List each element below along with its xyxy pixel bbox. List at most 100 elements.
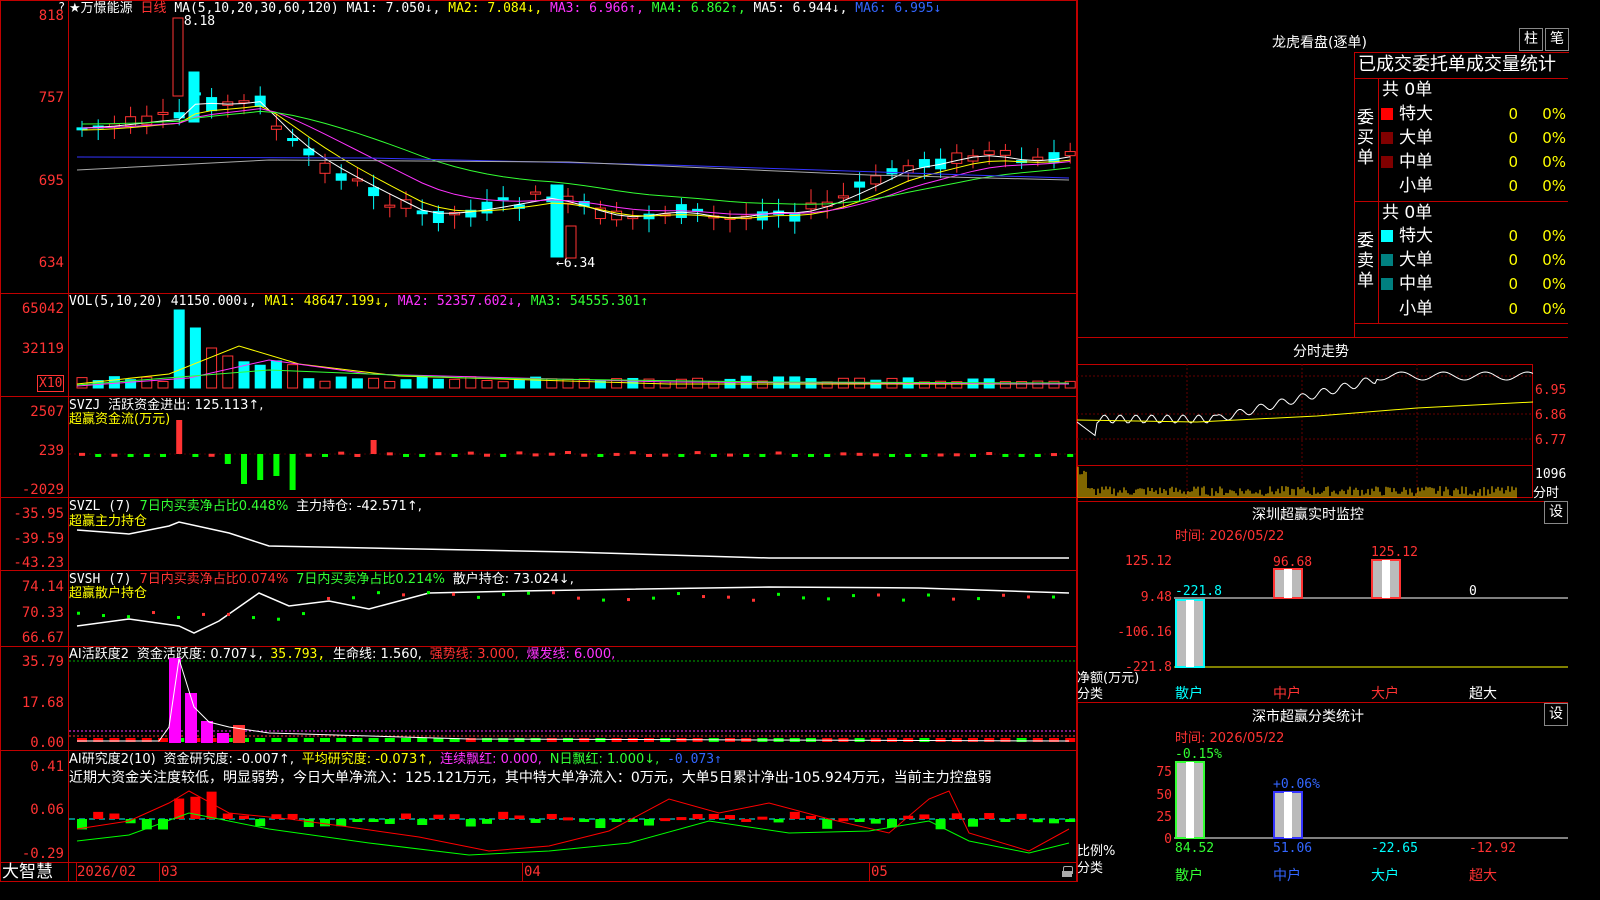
flow-bar	[791, 454, 798, 457]
sz-class-settings-button[interactable]: 设	[1544, 703, 1568, 726]
research-bar	[822, 819, 833, 829]
activity-bar	[579, 738, 590, 742]
candlestick-chart[interactable]	[69, 0, 1076, 293]
sz-class-chart[interactable]	[1174, 760, 1568, 840]
flow-bar	[824, 454, 831, 457]
svsh-tick: 70.33	[21, 605, 64, 621]
research-bar	[806, 815, 816, 819]
research-bar	[595, 819, 606, 829]
flow-bar	[273, 454, 280, 476]
research-bar	[644, 819, 654, 826]
fenshi-tick: 6.77	[1535, 433, 1567, 448]
research-bar	[984, 813, 995, 819]
volume-bar	[254, 364, 266, 389]
date-tick	[76, 863, 77, 882]
flow-bar	[1034, 454, 1041, 457]
flow-bar	[662, 453, 669, 457]
research-bar	[190, 796, 201, 819]
sz-class-tick: 75	[1156, 765, 1172, 780]
research-bar	[1032, 819, 1043, 823]
activity-bar	[217, 733, 229, 743]
research-chart[interactable]	[69, 751, 1076, 862]
order-pct: 0%	[1542, 251, 1566, 269]
candle-body	[530, 191, 542, 195]
svzl-chart[interactable]	[69, 498, 1076, 570]
research-line	[76, 790, 1070, 852]
research-bar	[222, 813, 233, 819]
flow-bar	[403, 454, 409, 457]
research-bar	[174, 798, 185, 819]
flow-bar	[743, 454, 750, 457]
activity-bar	[530, 738, 541, 742]
research-bar	[870, 819, 881, 824]
flow-bar	[597, 454, 604, 457]
candle-body	[983, 150, 995, 156]
sell-row-m: 中单 0 0%	[1381, 272, 1568, 296]
sz-category: 超大	[1469, 686, 1497, 702]
order-type: 小单	[1399, 176, 1433, 196]
candle-body	[270, 125, 282, 130]
retail-dot	[202, 612, 205, 616]
sell-row-l: 大单 0 0%	[1381, 248, 1568, 272]
candle-body	[172, 17, 184, 97]
bar-mode-button[interactable]: 柱	[1519, 28, 1543, 51]
volume-bar	[692, 377, 704, 389]
activity-bar	[546, 738, 557, 742]
candle-body	[870, 175, 882, 185]
retail-dot	[602, 598, 605, 602]
svzl-tick: -43.23	[13, 555, 64, 571]
volume-bar	[206, 347, 218, 389]
ai2-tick: 17.68	[21, 695, 64, 711]
flow-bar	[79, 452, 85, 456]
tick-mode-button[interactable]: 笔	[1545, 28, 1569, 51]
separator	[1077, 337, 1568, 338]
flow-bar	[338, 451, 345, 455]
flow-bar	[192, 454, 199, 457]
retail-dot	[402, 593, 405, 597]
flow-bar	[386, 452, 393, 456]
legend-square	[1381, 278, 1393, 290]
legend-square	[1381, 230, 1393, 242]
retail-dot	[377, 591, 380, 595]
activity-bar	[336, 738, 347, 742]
sz-class-tick: 0	[1164, 832, 1172, 847]
flow-bar	[986, 452, 993, 456]
svsh-chart[interactable]	[69, 571, 1076, 646]
retail-dot	[877, 593, 880, 597]
activity-bar	[919, 738, 930, 742]
volume-chart[interactable]	[69, 294, 1076, 396]
retail-dot	[527, 591, 530, 595]
sz-class-value: -22.65	[1371, 841, 1418, 856]
activity-bar	[951, 738, 962, 742]
flow-bar	[694, 451, 701, 455]
activity-bar	[384, 738, 395, 742]
sz-monitor-chart[interactable]	[1174, 545, 1568, 680]
candle-body	[565, 225, 577, 259]
volume-bar	[805, 378, 817, 389]
svzl-tick: -35.95	[13, 506, 64, 522]
sz-monitor-settings-button[interactable]: 设	[1544, 501, 1568, 524]
research-bar	[93, 811, 104, 819]
candle-body	[206, 97, 218, 112]
legend-square	[1381, 254, 1393, 266]
intraday-chart[interactable]	[1077, 364, 1533, 498]
activity-bar	[595, 738, 606, 742]
candle-body	[335, 173, 347, 181]
research-bar	[1065, 819, 1076, 822]
activity-bar	[368, 738, 379, 742]
flow-bar	[565, 451, 571, 455]
volume-bar	[303, 378, 315, 389]
volume-bar	[659, 381, 671, 389]
candle-body	[157, 111, 169, 115]
retail-dot	[852, 594, 855, 598]
order-pct: 0%	[1542, 275, 1566, 293]
retail-dot	[1052, 595, 1055, 599]
flow-bar	[872, 453, 879, 457]
svzj-chart[interactable]	[69, 397, 1076, 497]
flow-bar	[322, 454, 328, 457]
brand-label[interactable]: 大智慧	[2, 863, 53, 881]
date-axis-label: 2026/02	[77, 864, 137, 880]
order-count: 0	[1508, 129, 1518, 147]
ai2-chart[interactable]	[69, 647, 1076, 750]
research-bar	[465, 819, 476, 827]
